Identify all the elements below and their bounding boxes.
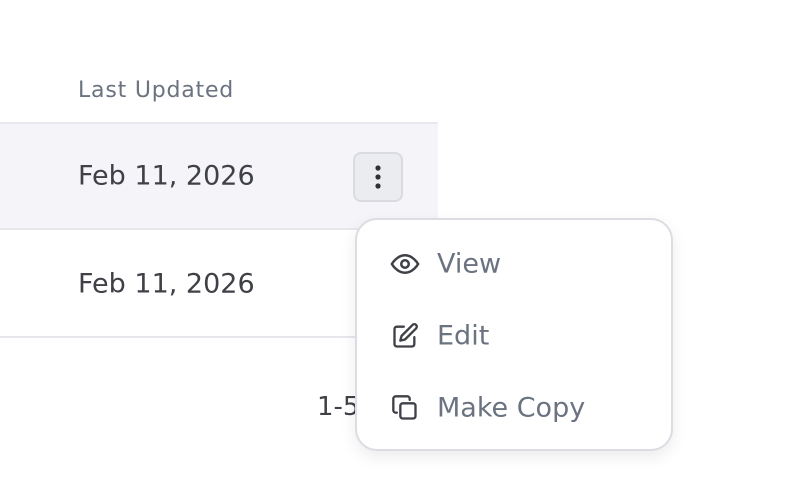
menu-item-label: Make Copy	[437, 392, 586, 424]
more-vertical-icon	[375, 165, 381, 189]
menu-item-label: Edit	[437, 320, 490, 352]
pencil-square-icon	[390, 321, 420, 351]
table-row[interactable]: Feb 11, 2026	[0, 124, 438, 230]
menu-item-label: View	[437, 248, 502, 280]
menu-item-view[interactable]: View	[357, 234, 671, 294]
page: Last Updated Feb 11, 2026 Feb 11, 2026 1…	[0, 0, 788, 504]
eye-icon	[390, 249, 420, 279]
pagination-range: 1-5	[317, 392, 360, 422]
menu-item-make-copy[interactable]: Make Copy	[357, 378, 671, 438]
row-actions-button[interactable]	[353, 152, 403, 202]
menu-item-edit[interactable]: Edit	[357, 306, 671, 366]
row-actions-menu: View Edit Make Copy	[355, 218, 673, 451]
copy-icon	[390, 393, 420, 423]
last-updated-cell: Feb 11, 2026	[78, 160, 255, 192]
last-updated-cell: Feb 11, 2026	[78, 268, 255, 300]
column-header-last-updated[interactable]: Last Updated	[78, 78, 234, 103]
